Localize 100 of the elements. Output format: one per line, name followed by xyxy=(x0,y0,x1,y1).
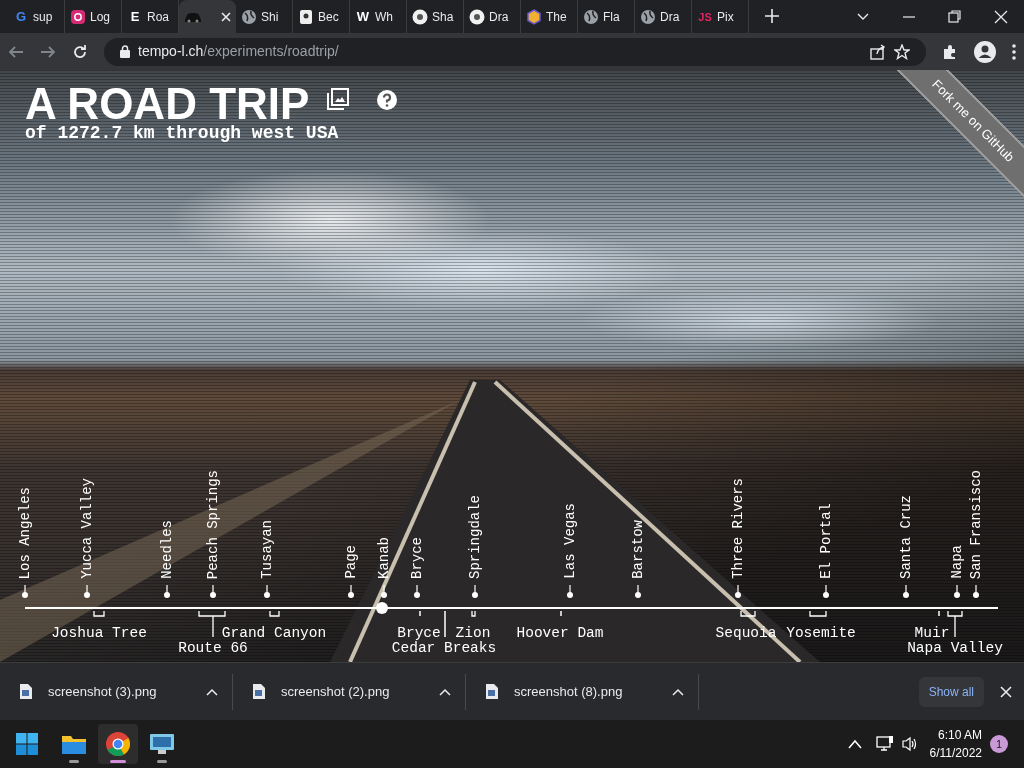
chrome-icon xyxy=(106,732,130,756)
url-text: tempo-l.ch/experiments/roadtrip/ xyxy=(138,42,340,61)
range-bracket xyxy=(269,611,280,618)
star-icon[interactable] xyxy=(894,43,910,60)
stop-label: Peach Springs xyxy=(206,469,220,579)
stop-label: Barstow xyxy=(631,520,645,579)
close-icon[interactable] xyxy=(1000,685,1012,698)
stop-label: El Portal xyxy=(819,503,833,579)
stop-marker xyxy=(902,585,910,599)
stop-label: Napa xyxy=(950,545,964,579)
share-icon[interactable] xyxy=(870,43,886,60)
new-tab-icon[interactable] xyxy=(765,9,779,23)
stop-label: Needles xyxy=(160,520,174,579)
show-all-button[interactable]: Show all xyxy=(918,676,984,707)
stop-label: Las Vegas xyxy=(563,503,577,579)
car-icon xyxy=(184,10,202,23)
sight-label: Joshua Tree xyxy=(51,626,147,641)
chevron-up-icon[interactable] xyxy=(439,687,451,696)
favicon-icon: W xyxy=(355,8,371,25)
hexagon-icon xyxy=(526,8,542,25)
back-icon[interactable] xyxy=(8,43,24,60)
tab-title: Wh xyxy=(375,8,393,26)
sight-label: Napa Valley xyxy=(907,641,1003,656)
stop-marker xyxy=(413,585,421,599)
restore-icon[interactable] xyxy=(948,9,962,24)
stop-label: Tusayan xyxy=(260,520,274,579)
browser-tab[interactable] xyxy=(179,0,236,33)
clock-time: 6:10 AM xyxy=(937,727,982,744)
folder-icon xyxy=(62,734,86,754)
tab-title: Dra xyxy=(660,8,680,26)
file-icon xyxy=(253,684,265,699)
sight-label: Grand Canyon xyxy=(221,626,327,641)
close-icon[interactable] xyxy=(221,11,231,22)
favicon-icon: E xyxy=(127,8,143,25)
volume-icon[interactable] xyxy=(901,736,918,752)
stop-marker xyxy=(209,585,217,599)
stop-label: Yucca Valley xyxy=(80,478,94,579)
network-icon[interactable] xyxy=(875,736,894,752)
stop-label: San Fransisco xyxy=(969,469,983,579)
range-bracket xyxy=(740,611,756,618)
download-item[interactable]: screenshot (8).png xyxy=(466,673,699,710)
chevron-up-icon[interactable] xyxy=(206,687,218,696)
stop-label: Kanab xyxy=(377,537,391,579)
file-name: screenshot (2).png xyxy=(281,682,391,701)
tab-title: Roa xyxy=(147,8,169,26)
windows-start-icon[interactable] xyxy=(16,733,38,755)
file-icon xyxy=(20,684,32,699)
range-bracket xyxy=(937,611,941,618)
stop-label: Santa Cruz xyxy=(899,495,913,579)
address-field[interactable]: tempo-l.ch/experiments/roadtrip/ xyxy=(104,37,926,66)
stop-marker xyxy=(83,585,91,599)
lock-icon xyxy=(120,45,130,58)
tab-title: Fla xyxy=(603,8,620,26)
gallery-icon[interactable] xyxy=(327,88,349,110)
stop-marker xyxy=(21,585,29,599)
help-icon[interactable] xyxy=(377,90,397,110)
tab-title: Dra xyxy=(489,8,509,26)
camera-icon xyxy=(70,8,86,25)
tab-title: Log xyxy=(90,8,111,26)
stop-marker xyxy=(734,585,742,599)
download-item[interactable]: screenshot (3).png xyxy=(0,673,233,710)
sight-label: Cedar Breaks xyxy=(391,641,497,656)
tab-title: The xyxy=(546,8,567,26)
taskbar-app[interactable] xyxy=(98,724,138,764)
range-bracket xyxy=(947,611,963,637)
sight-label: Zion xyxy=(455,626,491,641)
sight-label: Yosemite xyxy=(786,626,856,641)
stop-marker xyxy=(163,585,171,599)
globe-icon xyxy=(640,8,656,25)
tab-title: Shi xyxy=(261,8,279,26)
tab-title: Sha xyxy=(432,8,454,26)
globe-icon xyxy=(241,8,257,25)
clock-date: 6/11/2022 xyxy=(929,745,982,762)
menu-icon[interactable] xyxy=(1012,43,1016,60)
sight-label: Route 66 xyxy=(178,641,248,656)
puzzle-icon[interactable] xyxy=(942,43,958,60)
page-title: A ROAD TRIP xyxy=(25,82,310,126)
file-icon xyxy=(486,684,498,699)
sight-label: Bryce xyxy=(397,626,441,641)
range-bracket xyxy=(809,611,827,618)
close-icon[interactable] xyxy=(994,9,1008,24)
range-bracket xyxy=(93,611,105,618)
download-item[interactable]: screenshot (2).png xyxy=(233,673,466,710)
chevron-up-icon[interactable] xyxy=(672,687,684,696)
stop-label: Page xyxy=(344,545,358,579)
stop-marker xyxy=(263,585,271,599)
favicon-icon: JS xyxy=(697,8,713,25)
stop-marker xyxy=(471,585,479,599)
stop-marker xyxy=(972,585,980,599)
notification-badge[interactable]: 1 xyxy=(990,735,1008,753)
square-icon xyxy=(298,8,314,25)
monitor-icon xyxy=(150,734,174,754)
stop-marker xyxy=(566,585,574,599)
profile-icon[interactable] xyxy=(974,40,996,63)
sight-label: Hoover Dam xyxy=(516,626,604,641)
disc-icon xyxy=(412,8,428,25)
forward-icon[interactable] xyxy=(40,43,56,60)
reload-icon[interactable] xyxy=(72,43,88,60)
tab-title: Bec xyxy=(318,8,339,26)
sight-label: Muir xyxy=(914,626,950,641)
